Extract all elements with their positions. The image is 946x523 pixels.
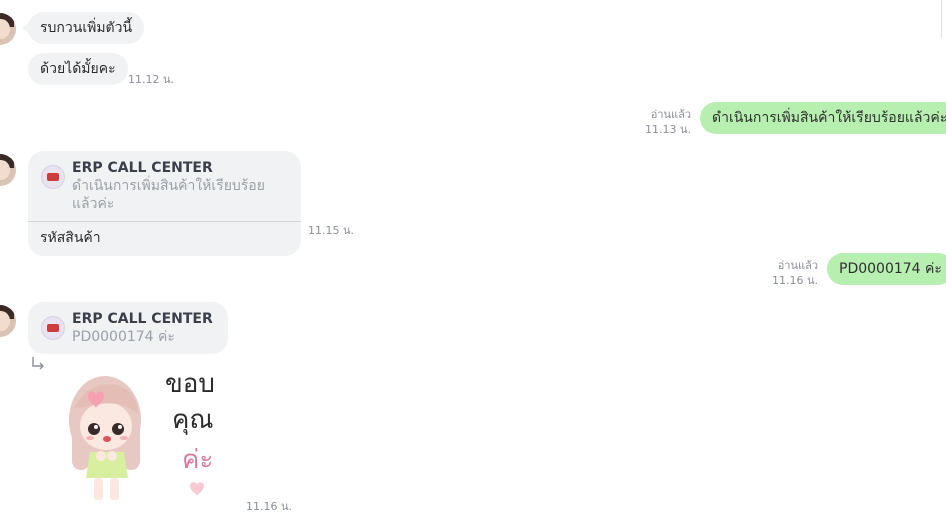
message-timestamp: 11.12 น. [128,73,175,86]
message-timestamp: 11.13 น. [644,123,691,136]
reply-arrow-icon [32,357,44,370]
reply-message-card[interactable]: ERP CALL CENTER ดำเนินการเพิ่มสินค้าให้เ… [28,151,301,256]
message-text: รบกวนเพิ่มตัวนี้ [40,20,133,36]
sticker-text-line3: ค่ะ [182,445,213,475]
message-timestamp: 11.15 น. [308,224,355,237]
scrollbar[interactable] [941,0,946,38]
reply-sender-name: ERP CALL CENTER [72,311,213,327]
outgoing-message-bubble[interactable]: ดำเนินการเพิ่มสินค้าให้เรียบร้อยแล้วค่ะ [700,102,946,134]
incoming-message-bubble[interactable]: รบกวนเพิ่มตัวนี้ [21,12,145,44]
message-timestamp: 11.16 น. [771,274,818,287]
contact-avatar[interactable] [0,305,16,337]
outgoing-message-bubble[interactable]: PD0000174 ค่ะ [827,253,946,285]
quoted-message[interactable]: ERP CALL CENTER PD0000174 ค่ะ [28,302,228,354]
contact-avatar[interactable] [0,154,16,186]
message-text: ด้วยได้มั้ยคะ [40,61,116,77]
quoted-message[interactable]: ERP CALL CENTER ดำเนินการเพิ่มสินค้าให้เ… [28,151,301,221]
message-text: PD0000174 ค่ะ [839,261,942,277]
read-receipt: อ่านแล้ว [650,108,691,121]
sticker-text-line1: ขอบ [165,369,215,399]
sticker-text-line2: คุณ [172,405,214,435]
erp-logo-icon [41,316,65,340]
message-text: ดำเนินการเพิ่มสินค้าให้เรียบร้อยแล้วค่ะ [712,110,946,126]
erp-logo-icon [41,165,65,189]
message-timestamp: 11.16 น. [246,500,293,513]
reply-message-card[interactable]: ERP CALL CENTER PD0000174 ค่ะ [28,302,228,354]
reply-quote-text: PD0000174 ค่ะ [72,329,175,345]
message-text: รหัสสินค้า [28,221,301,256]
read-receipt: อ่านแล้ว [777,259,818,272]
reply-sender-name: ERP CALL CENTER [72,160,213,176]
contact-avatar[interactable] [0,13,16,45]
incoming-message-bubble[interactable]: ด้วยได้มั้ยคะ [28,53,128,85]
thank-you-sticker[interactable]: ขอบ คุณ ค่ะ [60,360,235,510]
reply-quote-text: ดำเนินการเพิ่มสินค้าให้เรียบร้อยแล้วค่ะ [72,178,265,212]
